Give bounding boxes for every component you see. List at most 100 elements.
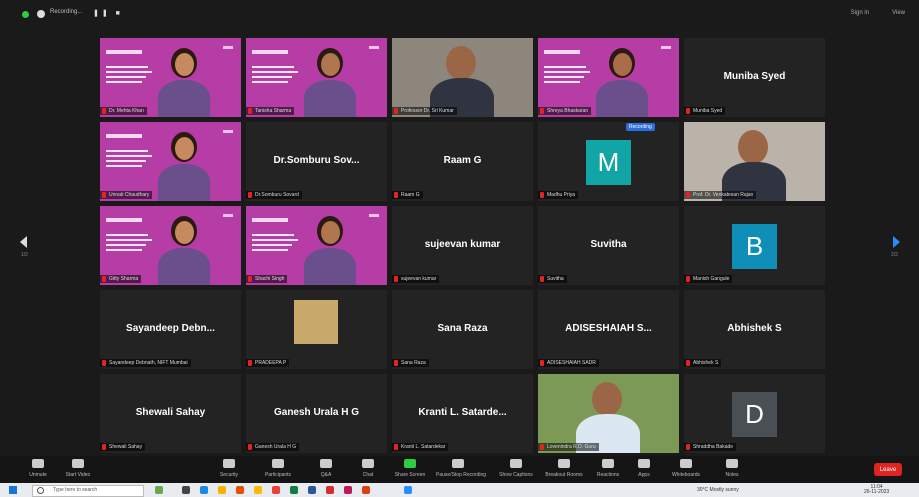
participant-tile-adiseshaiah-sadr[interactable]: ADISESHAIAH S... ADISESHAIAH SADR <box>538 290 679 369</box>
participant-name-label: Professor Dr. Sri Kumar <box>401 108 454 114</box>
participant-name-bar: Lovenindra R.D. Guru <box>538 443 599 451</box>
chrome-icon[interactable] <box>254 486 262 494</box>
participant-display-name: Abhishek S <box>727 323 782 334</box>
qa-button[interactable]: Q&A <box>304 459 348 478</box>
participant-tile-abhishek-s[interactable]: Abhishek S Abhishek S <box>684 290 825 369</box>
participant-tile-shewali-sahay[interactable]: Shewali Sahay Shewali Sahay <box>100 374 241 453</box>
muted-microphone-icon <box>686 276 690 282</box>
participant-tile-madhu-priya[interactable]: M Recording Madhu Priya <box>538 122 679 201</box>
chat-button[interactable]: Chat <box>346 459 390 478</box>
participant-tile-ganesh-urala-h-g[interactable]: Ganesh Urala H G Ganesh Urala H G <box>246 374 387 453</box>
unmute-button[interactable]: Unmute <box>16 459 60 478</box>
system-clock[interactable]: 11:04 26-11-2023 <box>864 485 889 495</box>
share-screen-icon <box>404 459 416 468</box>
taskbar-search-placeholder: Type here to search <box>53 487 98 493</box>
muted-microphone-icon <box>540 276 544 282</box>
participant-tile-muniba-syed[interactable]: Muniba Syed Muniba Syed <box>684 38 825 117</box>
muted-microphone-icon <box>248 192 252 198</box>
reactions-icon <box>602 459 614 468</box>
participant-display-name: Raam G <box>443 155 482 166</box>
participant-name-bar: Shraddha Bakade <box>684 443 737 451</box>
participant-tile-shraddha-bakade[interactable]: D Shraddha Bakade <box>684 374 825 453</box>
sign-in-link[interactable]: Sign in <box>851 10 869 16</box>
start-video-button[interactable]: Start Video <box>56 459 100 478</box>
participant-name-bar: Sayandeep Debnath, NIFT Mumbai <box>100 359 191 367</box>
recording-controls[interactable]: ❚❚ ■ <box>93 9 123 17</box>
zoom-taskbar-icon[interactable] <box>404 486 412 494</box>
weather-widget[interactable]: 30°C Mostly sunny <box>697 487 739 493</box>
task-view-icon[interactable] <box>182 486 190 494</box>
participant-tile-unnati-chaudhary[interactable]: Unnati Chaudhary <box>100 122 241 201</box>
notes-button[interactable]: Notes <box>710 459 754 478</box>
participant-tile-lovenindra-r-d-guru[interactable]: Lovenindra R.D. Guru <box>538 374 679 453</box>
muted-microphone-icon <box>102 360 106 366</box>
participant-tile-raam-g[interactable]: Raam G Raam G <box>392 122 533 201</box>
mail-icon[interactable] <box>272 486 280 494</box>
participant-tile-manish-gangule[interactable]: B Manish Gangule <box>684 206 825 285</box>
pause-stop-icon <box>452 459 464 468</box>
app-icon[interactable] <box>344 486 352 494</box>
breakout-rooms-icon <box>558 459 570 468</box>
view-button[interactable]: View <box>892 10 905 16</box>
participant-tile-kranti-l-satardekar[interactable]: Kranti L. Satarde... Kranti L. Satardekar <box>392 374 533 453</box>
shield-icon <box>223 459 235 468</box>
file-explorer-icon[interactable] <box>218 486 226 494</box>
captions-icon <box>510 459 522 468</box>
participant-tile-suvitha[interactable]: Suvitha Suvitha <box>538 206 679 285</box>
security-shield-icon[interactable] <box>22 11 29 18</box>
participant-tile-dr-somburu-sovard[interactable]: Dr.Somburu Sov... Dr.Somburu Sovard <box>246 122 387 201</box>
participant-tile-tanisha-sharma[interactable]: Tanisha Sharma <box>246 38 387 117</box>
participant-name-label: Shachi Singh <box>255 276 285 282</box>
participant-tile-prof-dr-venkatesan-rajan[interactable]: Prof. Dr. Venkatesan Rajan <box>684 122 825 201</box>
participant-tile-dr-mehta-khan[interactable]: Dr. Mehta Khan <box>100 38 241 117</box>
previous-page-arrow-icon[interactable] <box>20 236 27 248</box>
leave-button[interactable]: Leave <box>874 463 902 476</box>
windows-start-icon[interactable] <box>9 486 17 494</box>
participant-video <box>538 374 679 453</box>
muted-microphone-icon <box>248 108 252 114</box>
security-button[interactable]: Security <box>207 459 251 478</box>
muted-microphone-icon <box>686 444 690 450</box>
participant-display-name: Shewali Sahay <box>135 407 206 418</box>
show-captions-button[interactable]: Show Captions <box>494 459 538 478</box>
participant-tile-gitty-sharma[interactable]: Gitty Sharma <box>100 206 241 285</box>
participant-name-label: Tanisha Sharma <box>255 108 292 114</box>
powerpoint-icon[interactable] <box>362 486 370 494</box>
participant-tile-shachi-singh[interactable]: Shachi Singh <box>246 206 387 285</box>
muted-microphone-icon <box>686 192 690 198</box>
participant-tile-sujeevan-kumar[interactable]: sujeevan kumar sujeevan kumar <box>392 206 533 285</box>
participant-name-label: Ganesh Urala H G <box>255 444 297 450</box>
pdf-reader-icon[interactable] <box>326 486 334 494</box>
participant-display-name: Suvitha <box>590 239 627 250</box>
pause-stop-recording-button[interactable]: Pause/Stop Recording <box>436 459 486 478</box>
store-icon[interactable] <box>236 486 244 494</box>
participant-tile-pradeepa-p[interactable]: PRADEEPA P <box>246 290 387 369</box>
apps-button[interactable]: Apps <box>622 459 666 478</box>
participants-button[interactable]: Participants <box>256 459 300 478</box>
word-icon[interactable] <box>308 486 316 494</box>
muted-microphone-icon <box>686 108 690 114</box>
avatar-initial: M <box>586 140 631 185</box>
breakout-rooms-button[interactable]: Breakout Rooms <box>542 459 586 478</box>
next-page-arrow-icon[interactable] <box>893 236 900 248</box>
news-widget-icon[interactable] <box>155 486 163 494</box>
excel-icon[interactable] <box>290 486 298 494</box>
participant-tile-sayandeep-debnath-nift-mumbai[interactable]: Sayandeep Debn... Sayandeep Debnath, NIFT… <box>100 290 241 369</box>
share-screen-button[interactable]: Share Screen <box>388 459 432 478</box>
whiteboards-button[interactable]: Whiteboards <box>664 459 708 478</box>
participant-name-label: Dr.Somburu Sovard <box>255 192 299 198</box>
participant-tile-professor-dr-sri-kumar[interactable]: Professor Dr. Sri Kumar <box>392 38 533 117</box>
participant-name-bar: Madhu Priya <box>538 191 579 199</box>
participant-name-label: Muniba Syed <box>693 108 723 114</box>
recording-icon <box>37 10 45 18</box>
participant-name-bar: Shachi Singh <box>246 275 288 283</box>
top-bar: Recording... ❚❚ ■ Sign in View <box>0 0 919 30</box>
participant-display-name: Sayandeep Debn... <box>126 323 215 334</box>
participant-tile-sana-raza[interactable]: Sana Raza Sana Raza <box>392 290 533 369</box>
participant-name-label: Abhishek S <box>693 360 719 366</box>
participant-tile-shreya-bhaskaran[interactable]: Shreya Bhaskaran <box>538 38 679 117</box>
participant-display-name: ADISESHAIAH S... <box>565 323 652 334</box>
participant-name-bar: Suvitha <box>538 275 567 283</box>
edge-browser-icon[interactable] <box>200 486 208 494</box>
participant-name-label: Manish Gangule <box>693 276 730 282</box>
